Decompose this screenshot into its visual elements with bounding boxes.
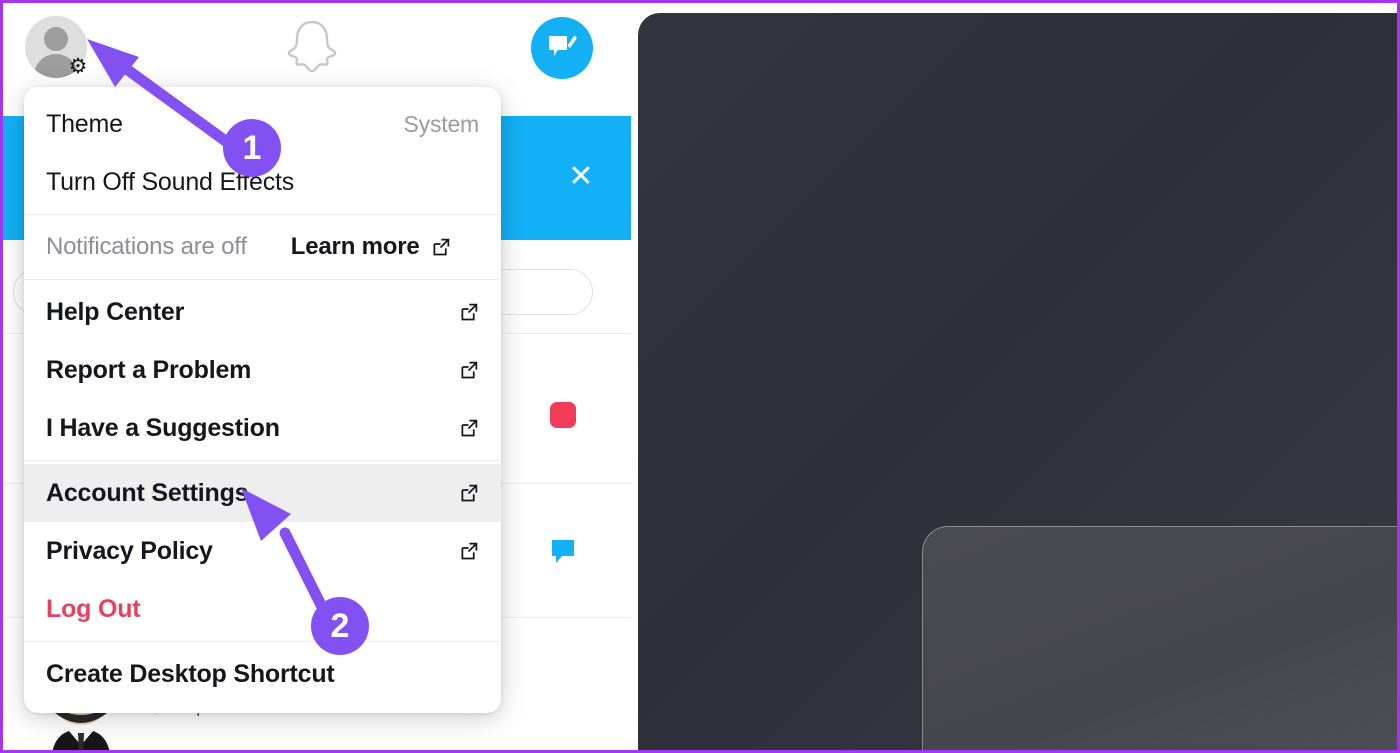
menu-item-i-have-a-suggestion[interactable]: I Have a Suggestion — [24, 399, 501, 457]
learn-more-label: Learn more — [290, 233, 420, 260]
callout-badge-1: 1 — [223, 119, 281, 177]
new-chat-button[interactable] — [531, 17, 593, 79]
menu-item-label: Help Center — [46, 297, 185, 326]
menu-item-label: Log Out — [46, 594, 141, 623]
menu-item-account-settings[interactable]: Account Settings — [24, 464, 501, 522]
compose-icon — [549, 35, 577, 56]
snap-status-icon — [550, 402, 576, 428]
external-link-icon — [458, 541, 479, 562]
learn-more-link[interactable]: Learn more — [291, 233, 451, 261]
menu-item-label: Create Desktop Shortcut — [46, 659, 335, 688]
menu-divider — [24, 641, 501, 642]
theme-value: System — [403, 110, 480, 137]
menu-divider — [24, 460, 501, 461]
menu-divider — [24, 279, 501, 280]
top-bar: ⚙ — [3, 3, 631, 95]
snapchat-web-window: ✕ ➤ Opened • Jan 8 — [0, 0, 1400, 753]
gear-icon[interactable]: ⚙ — [67, 56, 89, 78]
snapchat-ghost-icon — [287, 20, 337, 73]
menu-item-label: Account Settings — [46, 478, 249, 507]
external-link-icon — [433, 238, 449, 255]
menu-item-label: Report a Problem — [46, 355, 252, 384]
chat-bubble-icon — [552, 540, 574, 563]
menu-item-help-center[interactable]: Help Center — [24, 283, 501, 341]
external-link-icon — [458, 302, 479, 323]
settings-dropdown-menu: Theme System Turn Off Sound Effects Noti… — [24, 87, 501, 713]
notifications-status-label: Notifications are off — [46, 233, 247, 260]
close-icon[interactable]: ✕ — [566, 162, 596, 192]
menu-item-label: Privacy Policy — [46, 536, 213, 565]
external-link-icon — [458, 483, 479, 504]
menu-divider — [24, 214, 501, 215]
menu-item-report-a-problem[interactable]: Report a Problem — [24, 341, 501, 399]
menu-item-create-desktop-shortcut[interactable]: Create Desktop Shortcut — [24, 645, 501, 703]
external-link-icon — [458, 418, 479, 439]
menu-item-label: Theme — [46, 109, 123, 138]
preview-inner-card — [922, 526, 1397, 750]
media-preview-panel — [634, 6, 1397, 750]
external-link-icon — [458, 360, 479, 381]
profile-avatar-button[interactable]: ⚙ — [25, 16, 87, 78]
preview-stage — [638, 13, 1397, 750]
menu-item-label: I Have a Suggestion — [46, 413, 280, 442]
avatar-head — [44, 27, 68, 51]
menu-item-notifications[interactable]: Notifications are off Learn more — [24, 218, 501, 276]
menu-item-privacy-policy[interactable]: Privacy Policy — [24, 522, 501, 580]
menu-item-log-out[interactable]: Log Out — [24, 580, 501, 638]
callout-badge-2: 2 — [311, 597, 369, 655]
